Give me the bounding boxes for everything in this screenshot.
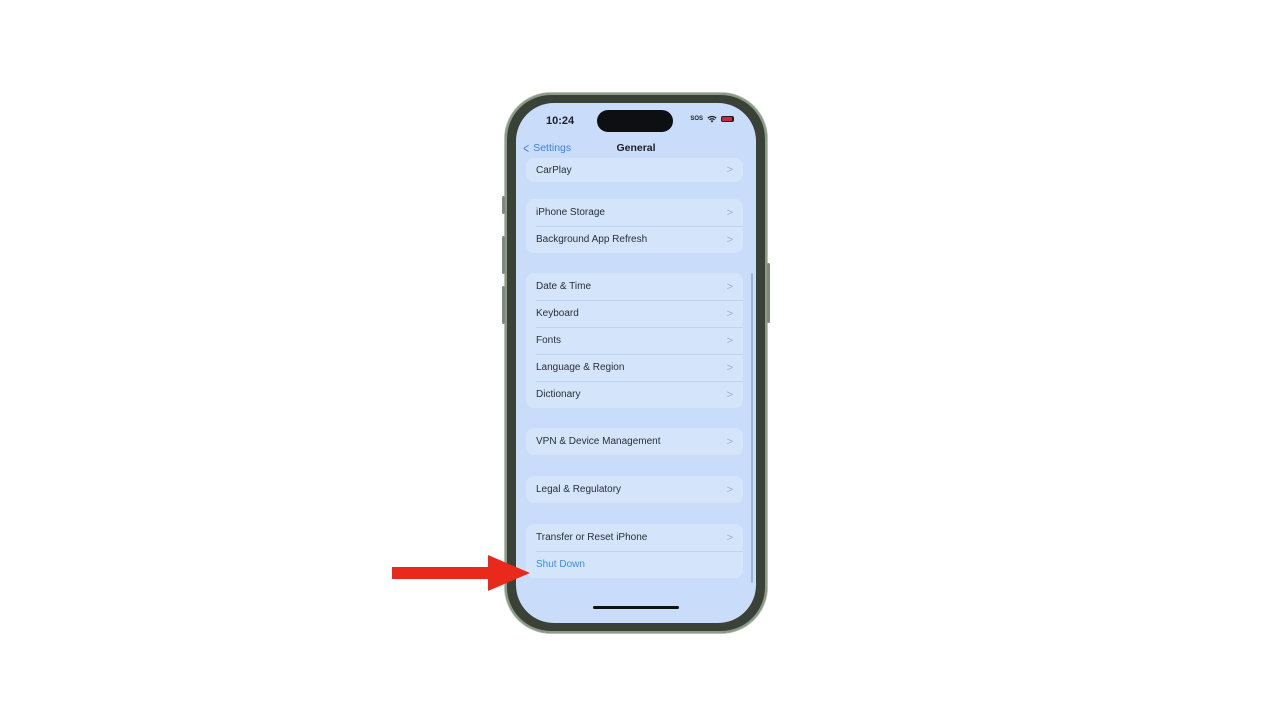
row-keyboard[interactable]: Keyboard > [526, 300, 743, 327]
group-vpn: VPN & Device Management > [526, 428, 743, 455]
row-label: Shut Down [536, 559, 585, 570]
row-iphone-storage[interactable]: iPhone Storage > [526, 199, 743, 226]
row-date-time[interactable]: Date & Time > [526, 273, 743, 300]
row-label: Keyboard [536, 308, 579, 319]
row-label: Date & Time [536, 281, 592, 292]
home-indicator[interactable] [593, 606, 679, 609]
group-reset: Transfer or Reset iPhone > Shut Down [526, 524, 743, 578]
chevron-right-icon: > [726, 334, 733, 347]
iphone-device: 10:24 SOS < Settings General CarPlay > iP… [502, 93, 770, 633]
status-icons: SOS [690, 115, 734, 123]
chevron-right-icon: > [726, 233, 733, 246]
page-title: General [616, 142, 656, 154]
side-button [767, 263, 770, 323]
scrollbar[interactable] [751, 273, 753, 583]
chevron-right-icon: > [726, 483, 733, 496]
row-vpn-device-management[interactable]: VPN & Device Management > [526, 428, 743, 455]
row-legal-regulatory[interactable]: Legal & Regulatory > [526, 476, 743, 503]
row-dictionary[interactable]: Dictionary > [526, 381, 743, 408]
screen: 10:24 SOS < Settings General CarPlay > iP… [516, 103, 756, 623]
group-legal: Legal & Regulatory > [526, 476, 743, 503]
shut-down-button[interactable]: Shut Down [526, 551, 743, 578]
dynamic-island [597, 110, 673, 132]
chevron-right-icon: > [726, 531, 733, 544]
action-button [502, 196, 505, 214]
group-storage: iPhone Storage > Background App Refresh > [526, 199, 743, 253]
sos-label: SOS [690, 116, 703, 122]
wifi-icon [707, 115, 717, 123]
row-label: iPhone Storage [536, 207, 605, 218]
chevron-right-icon: > [726, 206, 733, 219]
chevron-right-icon: > [726, 435, 733, 448]
row-label: Background App Refresh [536, 234, 648, 245]
chevron-right-icon: > [726, 164, 733, 176]
row-language-region[interactable]: Language & Region > [526, 354, 743, 381]
group-locale: Date & Time > Keyboard > Fonts > Language &… [526, 273, 743, 408]
arrow-shaft [392, 567, 492, 579]
row-label: Dictionary [536, 389, 581, 400]
row-label: Legal & Regulatory [536, 484, 622, 495]
chevron-right-icon: > [726, 361, 733, 374]
red-arrow-annotation [392, 555, 530, 591]
chevron-right-icon: > [726, 280, 733, 293]
volume-up-button [502, 236, 505, 274]
row-fonts[interactable]: Fonts > [526, 327, 743, 354]
group-carplay: CarPlay > [526, 158, 743, 182]
row-label: CarPlay [536, 164, 572, 176]
chevron-right-icon: > [726, 307, 733, 320]
arrow-head [488, 555, 530, 591]
row-label: Transfer or Reset iPhone [536, 532, 648, 543]
battery-icon [721, 116, 734, 122]
row-label: Fonts [536, 335, 562, 346]
volume-down-button [502, 286, 505, 324]
status-time: 10:24 [546, 115, 575, 127]
row-carplay[interactable]: CarPlay > [526, 158, 743, 182]
row-transfer-reset[interactable]: Transfer or Reset iPhone > [526, 524, 743, 551]
chevron-right-icon: > [726, 388, 733, 401]
row-label: Language & Region [536, 362, 625, 373]
row-background-app-refresh[interactable]: Background App Refresh > [526, 226, 743, 253]
row-label: VPN & Device Management [536, 436, 661, 447]
